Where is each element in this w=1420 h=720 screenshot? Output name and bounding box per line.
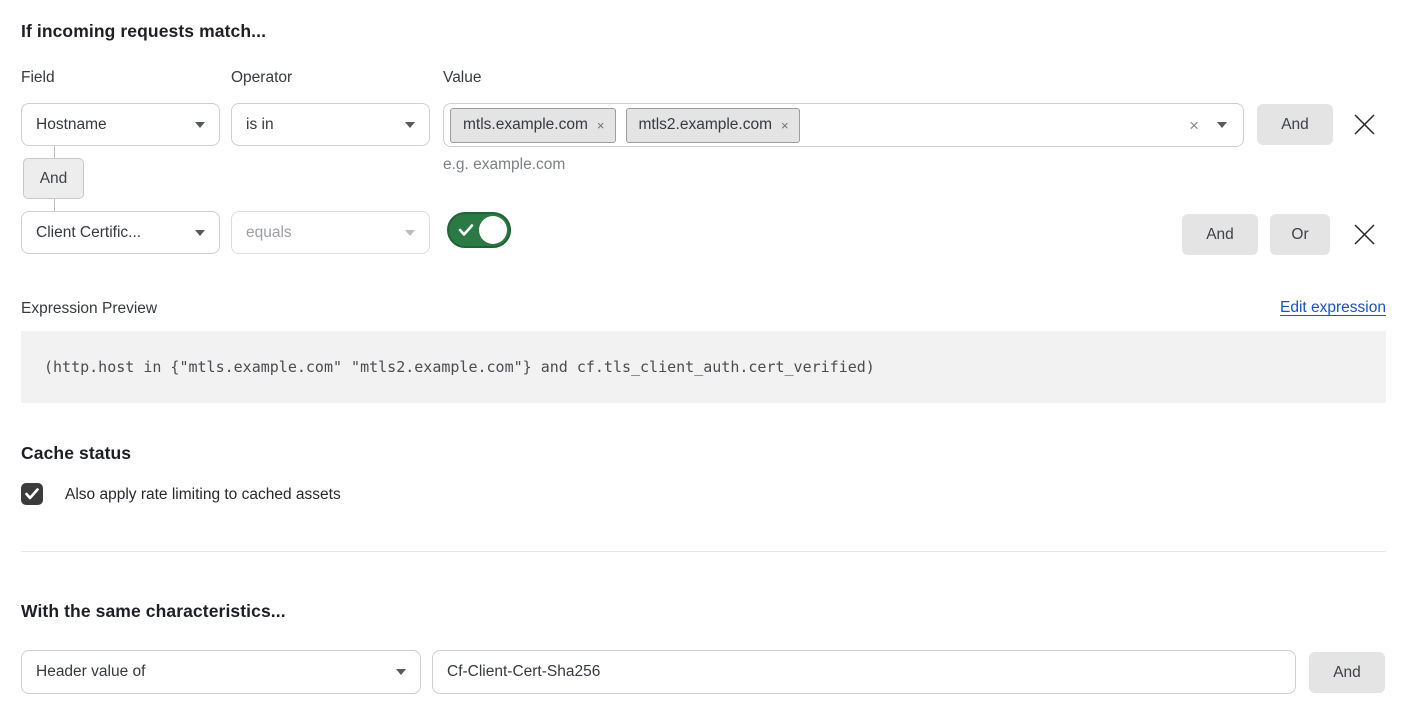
cached-assets-checkbox-label: Also apply rate limiting to cached asset… xyxy=(65,486,341,504)
chevron-down-icon xyxy=(195,230,205,236)
field-select-row1[interactable]: Hostname xyxy=(21,103,220,146)
cached-assets-checkbox[interactable] xyxy=(21,483,43,505)
edit-expression-link[interactable]: Edit expression xyxy=(1280,299,1386,317)
and-button-row1[interactable]: And xyxy=(1257,104,1333,145)
chevron-down-icon xyxy=(405,122,415,128)
value-tag: mtls.example.com × xyxy=(450,108,616,143)
chevron-down-icon[interactable] xyxy=(1217,122,1227,128)
value-multiselect-controls: × xyxy=(1189,117,1237,134)
expression-code-block: (http.host in {"mtls.example.com" "mtls2… xyxy=(21,331,1386,403)
check-icon xyxy=(458,223,474,237)
characteristics-title: With the same characteristics... xyxy=(21,601,286,622)
field-column-label: Field xyxy=(21,69,55,87)
chevron-down-icon xyxy=(396,669,406,675)
connector-line xyxy=(54,146,55,158)
or-button-row2[interactable]: Or xyxy=(1270,214,1330,255)
operator-column-label: Operator xyxy=(231,69,292,87)
and-button-characteristics[interactable]: And xyxy=(1309,652,1385,693)
toggle-knob xyxy=(479,216,507,244)
and-button-row2[interactable]: And xyxy=(1182,214,1258,255)
section-divider xyxy=(21,551,1386,552)
cache-status-title: Cache status xyxy=(21,443,131,464)
characteristic-select-value: Header value of xyxy=(36,663,145,681)
section-title-match: If incoming requests match... xyxy=(21,21,266,42)
value-tag: mtls2.example.com × xyxy=(626,108,800,143)
operator-select-row1[interactable]: is in xyxy=(231,103,430,146)
operator-select-row2-value: equals xyxy=(246,224,292,242)
check-icon xyxy=(25,488,39,500)
remove-tag-icon[interactable]: × xyxy=(597,119,605,132)
expression-code: (http.host in {"mtls.example.com" "mtls2… xyxy=(44,358,875,376)
header-name-input[interactable] xyxy=(432,650,1296,694)
connector-line xyxy=(54,199,55,211)
field-select-row2[interactable]: Client Certific... xyxy=(21,211,220,254)
delete-row1-icon[interactable] xyxy=(1353,113,1376,136)
expression-preview-label: Expression Preview xyxy=(21,300,157,318)
rate-limiting-rule-builder: If incoming requests match... Field Oper… xyxy=(0,0,1420,720)
field-select-row2-value: Client Certific... xyxy=(36,224,141,242)
chevron-down-icon xyxy=(405,230,415,236)
value-column-label: Value xyxy=(443,69,482,87)
characteristic-select[interactable]: Header value of xyxy=(21,650,421,694)
operator-select-row2-disabled: equals xyxy=(231,211,430,254)
row-connector-and-button[interactable]: And xyxy=(23,158,84,199)
value-hint: e.g. example.com xyxy=(443,156,565,174)
boolean-toggle-on[interactable] xyxy=(447,212,511,248)
value-tag-text: mtls2.example.com xyxy=(639,116,773,134)
remove-tag-icon[interactable]: × xyxy=(781,119,789,132)
value-tag-text: mtls.example.com xyxy=(463,116,588,134)
operator-select-row1-value: is in xyxy=(246,116,274,134)
value-multiselect-row1[interactable]: mtls.example.com × mtls2.example.com × × xyxy=(443,103,1244,147)
field-select-row1-value: Hostname xyxy=(36,116,107,134)
chevron-down-icon xyxy=(195,122,205,128)
clear-values-icon[interactable]: × xyxy=(1189,117,1199,134)
delete-row2-icon[interactable] xyxy=(1353,223,1376,246)
